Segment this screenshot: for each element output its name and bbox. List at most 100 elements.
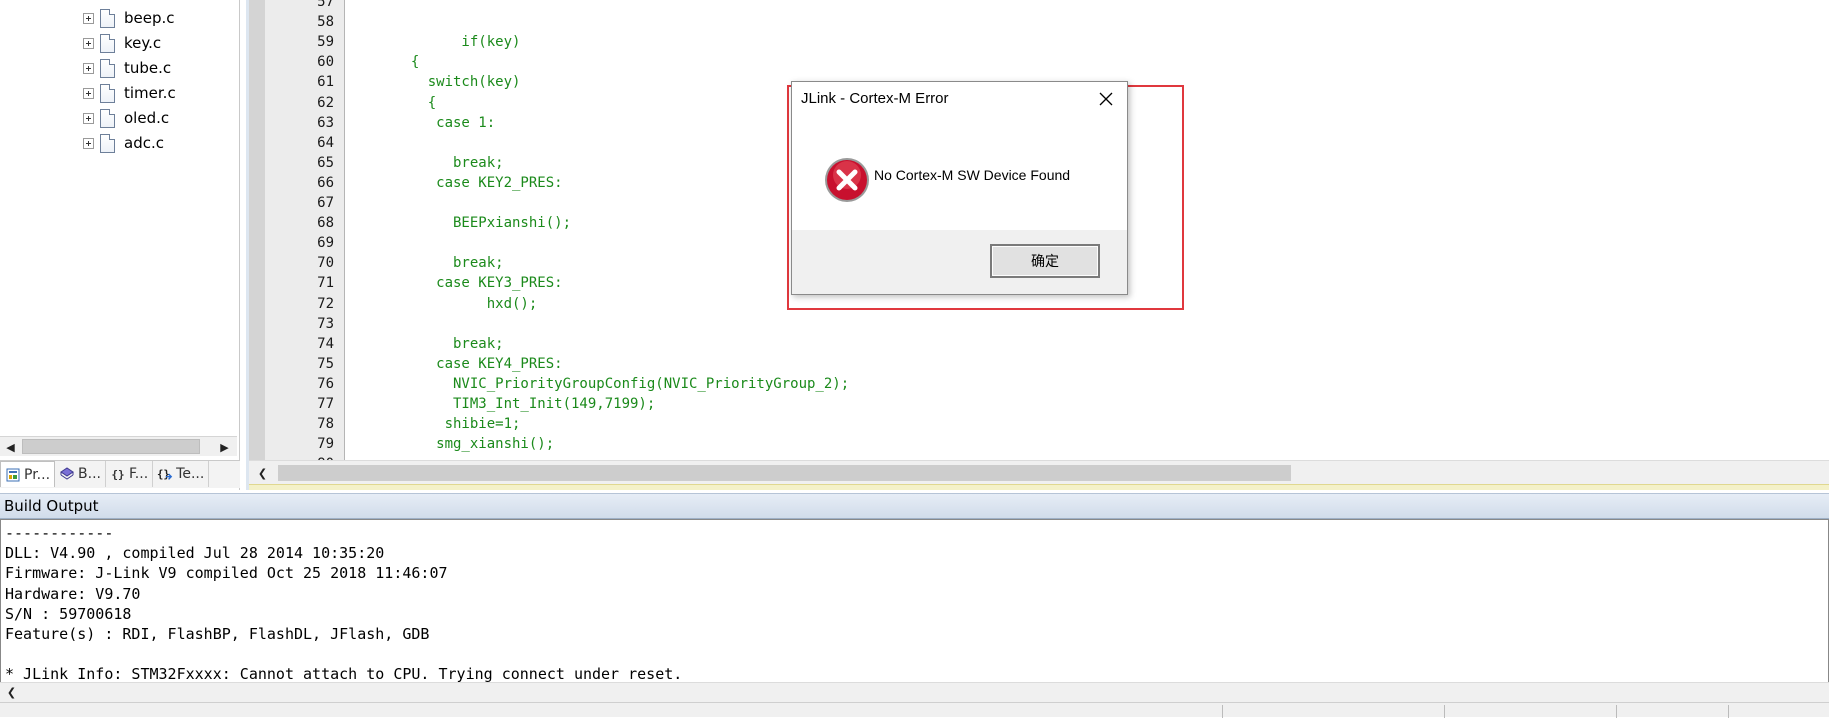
file-icon: [100, 33, 115, 53]
expand-icon[interactable]: [83, 37, 94, 49]
tab-project[interactable]: Pr...: [0, 461, 56, 487]
tree-item-oled[interactable]: oled.c: [83, 106, 169, 130]
editor-horizontal-scrollbar[interactable]: ❮: [249, 460, 1829, 484]
close-icon[interactable]: [1094, 88, 1118, 110]
code-line: case KEY4_PRES:: [394, 355, 563, 372]
build-output-scrollbar[interactable]: ❮: [0, 682, 1829, 702]
output-line: ------------: [5, 524, 114, 542]
line-number: 76: [317, 375, 334, 392]
output-line: Hardware: V9.70: [5, 584, 141, 603]
code-line: case KEY3_PRES:: [394, 275, 563, 292]
line-number: 73: [317, 315, 334, 332]
code-line: {: [394, 94, 437, 111]
output-line: DLL: V4.90 , compiled Jul 28 2014 10:35:…: [5, 544, 385, 563]
line-number: 61: [317, 74, 334, 91]
line-number: 74: [317, 335, 334, 352]
expand-icon[interactable]: [83, 137, 94, 149]
code-line: shibie=1;: [394, 416, 521, 433]
ok-button[interactable]: 确定: [990, 244, 1100, 278]
tree-item-key[interactable]: key.c: [83, 31, 161, 55]
status-separator: [1616, 705, 1617, 718]
build-output-title: Build Output: [4, 497, 99, 515]
project-icon: [5, 467, 21, 483]
tab-books[interactable]: B...: [55, 461, 106, 487]
project-horizontal-scrollbar[interactable]: ◀ ▶: [0, 436, 237, 456]
line-number: 69: [317, 235, 334, 252]
line-number: 63: [317, 114, 334, 131]
line-number: 72: [317, 295, 334, 312]
status-bar: [0, 702, 1829, 718]
line-number: 57: [317, 0, 334, 10]
line-number: 66: [317, 174, 334, 191]
code-line: smg_xianshi();: [394, 436, 555, 453]
tree-item-beep[interactable]: beep.c: [83, 6, 175, 30]
functions-icon: {}: [111, 467, 125, 481]
tree-item-label: key.c: [124, 34, 162, 52]
code-line: NVIC_PriorityGroupConfig(NVIC_PriorityGr…: [394, 375, 850, 392]
expand-icon[interactable]: [83, 62, 94, 74]
code-line: break;: [394, 335, 504, 352]
code-line: break;: [394, 154, 504, 171]
tree-item-label: oled.c: [124, 109, 170, 127]
dialog-title: JLink - Cortex-M Error: [801, 90, 949, 107]
line-number: 79: [317, 436, 334, 453]
tab-label: Te...: [176, 466, 205, 482]
scroll-right-icon[interactable]: ▶: [215, 438, 234, 456]
books-icon: [59, 466, 75, 482]
tree-item-label: tube.c: [124, 59, 172, 77]
scroll-left-icon[interactable]: ❮: [2, 683, 21, 701]
code-line: case KEY2_PRES:: [394, 174, 563, 191]
error-dialog: JLink - Cortex-M Error No Cortex-M SW De…: [791, 81, 1128, 295]
tree-item-tube[interactable]: tube.c: [83, 56, 171, 80]
tab-functions[interactable]: {} F...: [106, 461, 154, 487]
build-output-panel[interactable]: ------------ DLL: V4.90 , compiled Jul 28…: [0, 519, 1829, 689]
code-line: break;: [394, 255, 504, 272]
tab-label: B...: [78, 466, 101, 482]
code-line: {: [394, 54, 420, 71]
line-number: 58: [317, 14, 334, 31]
dialog-message: No Cortex-M SW Device Found: [874, 167, 1071, 183]
line-number: 68: [317, 215, 334, 232]
tree-item-label: adc.c: [124, 134, 164, 152]
expand-icon[interactable]: [83, 112, 94, 124]
file-icon: [100, 8, 115, 28]
line-number: 62: [317, 94, 334, 111]
build-output-header: Build Output: [0, 493, 1829, 519]
tree-item-label: timer.c: [124, 84, 176, 102]
tab-templates[interactable]: {} Te...: [153, 461, 210, 487]
line-number: 67: [317, 195, 334, 211]
line-number: 70: [317, 255, 334, 272]
error-icon: [824, 157, 870, 203]
scroll-left-icon[interactable]: ◀: [1, 438, 20, 456]
tree-item-label: beep.c: [124, 9, 175, 27]
tree-item-adc[interactable]: adc.c: [83, 131, 164, 155]
code-line: BEEPxianshi();: [394, 215, 572, 232]
line-number-column: 57 58 59 60 61 62 63 64 65 66 67 68 69 70 71 72 73 74 75 76…: [265, 0, 345, 472]
scrollbar-thumb[interactable]: [278, 465, 1291, 481]
tab-label: Pr...: [24, 466, 51, 483]
line-number: 59: [317, 34, 334, 51]
file-icon: [100, 58, 115, 78]
editor-gutter[interactable]: [249, 0, 265, 460]
line-number: 71: [317, 275, 334, 292]
file-icon: [100, 83, 115, 103]
scroll-left-icon[interactable]: ❮: [253, 464, 272, 482]
expand-icon[interactable]: [83, 12, 94, 24]
scrollbar-thumb[interactable]: [22, 439, 200, 454]
file-icon: [100, 133, 115, 153]
editor-splitter[interactable]: [249, 484, 1829, 490]
tree-item-timer[interactable]: timer.c: [83, 81, 176, 105]
output-line: * JLink Info: STM32Fxxxx: Cannot attach …: [5, 665, 683, 684]
output-line: S/N : 59700618: [5, 604, 132, 623]
line-number: 65: [317, 154, 334, 171]
code-line: hxd();: [394, 295, 538, 312]
tab-label: F...: [129, 466, 149, 482]
code-line: if(key): [394, 34, 521, 51]
expand-icon[interactable]: [83, 87, 94, 99]
project-panel: beep.c key.c tube.c timer.c oled.c adc.c…: [0, 0, 240, 490]
line-number: 75: [317, 355, 334, 372]
code-line: case 1:: [394, 114, 496, 131]
code-line: TIM3_Int_Init(149,7199);: [394, 396, 656, 412]
output-line: Firmware: J-Link V9 compiled Oct 25 2018…: [5, 564, 448, 583]
status-separator: [1444, 705, 1445, 718]
